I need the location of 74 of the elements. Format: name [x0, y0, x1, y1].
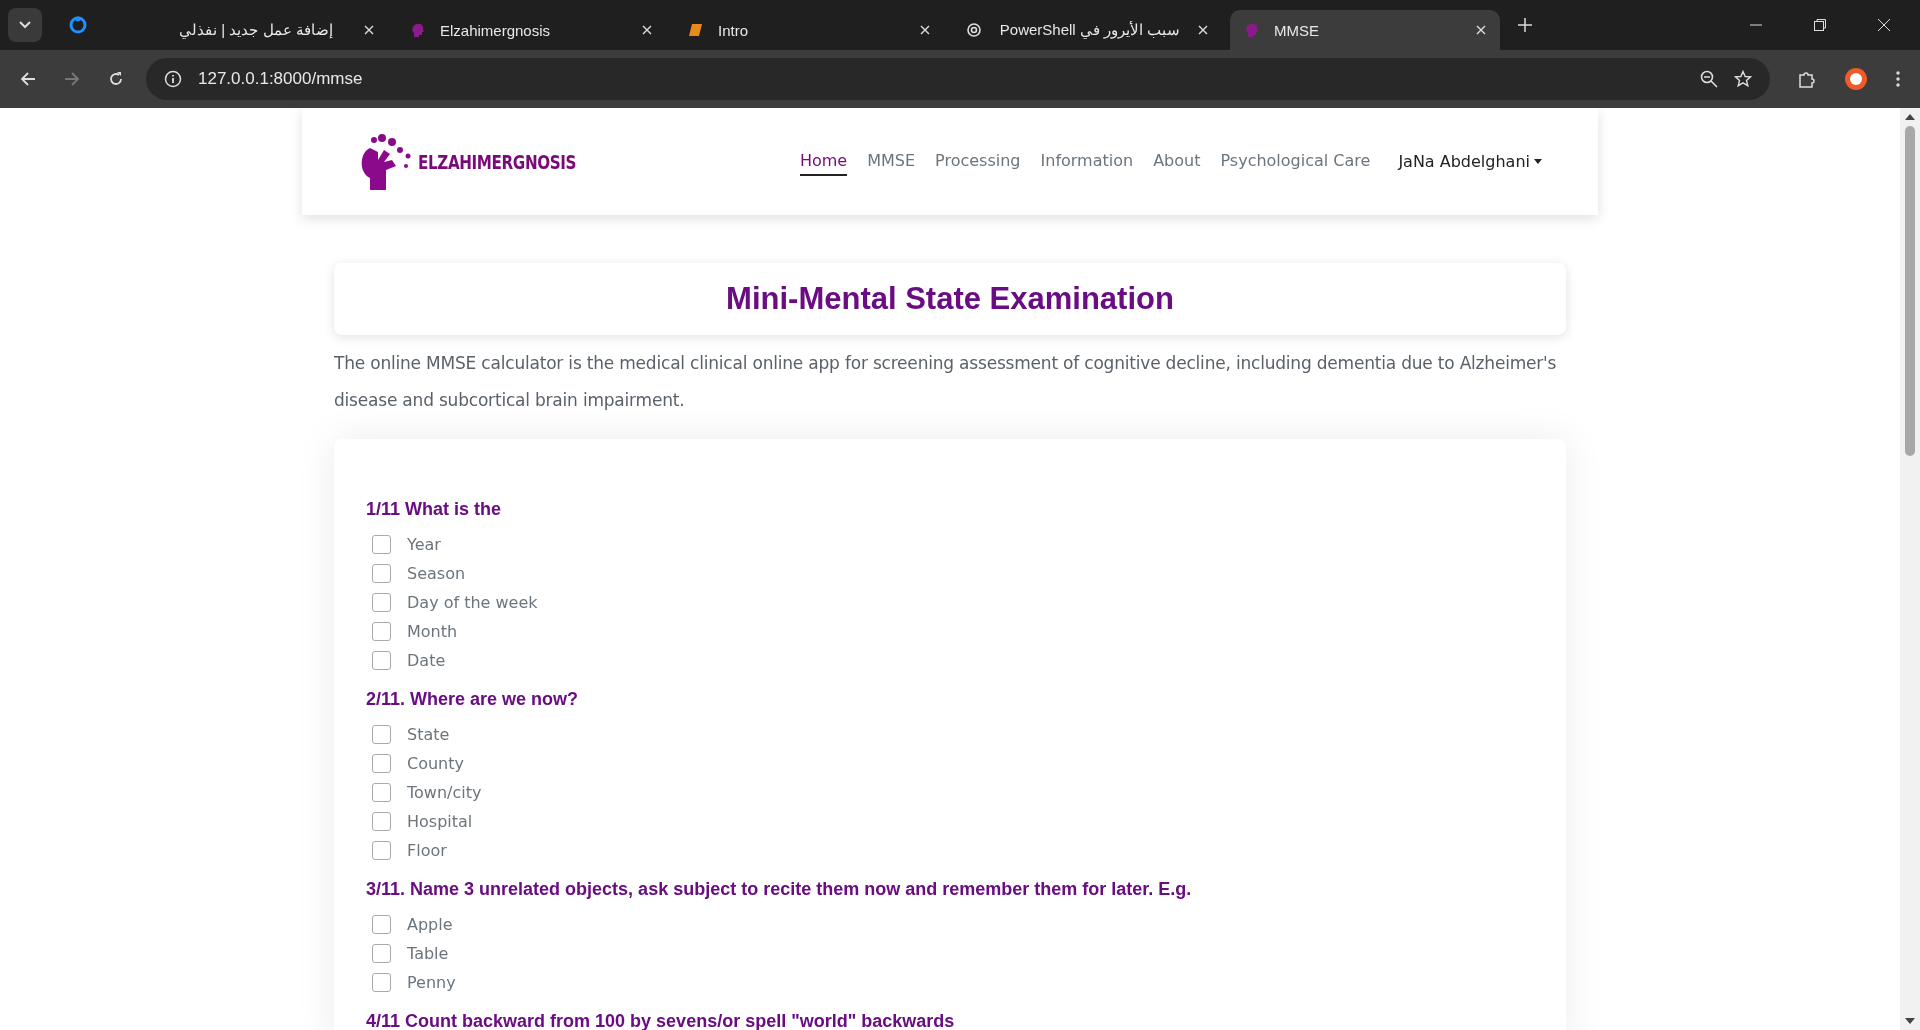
nav-link[interactable]: Processing [935, 147, 1021, 176]
browser-tab[interactable]: Elzahimergnosis [396, 10, 666, 50]
info-icon[interactable] [164, 70, 182, 88]
option-label[interactable]: Town/city [407, 783, 482, 802]
page-title: Mini-Mental State Examination [726, 281, 1174, 317]
option-label[interactable]: Hospital [407, 812, 473, 831]
nav-link[interactable]: Home [799, 147, 848, 176]
head-icon [1244, 22, 1260, 38]
address-bar[interactable]: 127.0.0.1:8000/mmse [146, 58, 1770, 100]
question-title: 3/11. Name 3 unrelated objects, ask subject to recite them now and remember them for later. E.g. [366, 879, 1193, 900]
pinned-tab-icon[interactable] [68, 15, 88, 35]
checkbox[interactable] [372, 841, 391, 860]
option-label[interactable]: Date [407, 651, 446, 670]
brand-name[interactable]: ELZAHIMERGNOSIS [418, 150, 577, 173]
forward-arrow-icon[interactable] [64, 71, 80, 87]
checkbox[interactable] [372, 754, 391, 773]
option-label[interactable]: Apple [407, 915, 453, 934]
browser-tab[interactable]: إضافة عمل جديد | نفذلي [118, 10, 388, 50]
book-icon [688, 22, 704, 38]
option-label[interactable]: State [407, 725, 450, 744]
close-icon[interactable] [1198, 25, 1208, 35]
close-icon[interactable] [642, 25, 652, 35]
description-text: The online MMSE calculator is the medical clinical online app for screening assessment of cognitive decline, including dementia due to Alzheimer's disease and subcortical brain impairment. [334, 352, 1558, 412]
option-label[interactable]: Month [407, 622, 458, 641]
nav-link[interactable]: Information [1040, 147, 1134, 176]
nav-link[interactable]: About [1153, 147, 1201, 176]
restore-icon[interactable] [1814, 19, 1826, 31]
checkbox[interactable] [372, 622, 391, 641]
new-tab-icon[interactable] [1518, 18, 1532, 32]
head-icon [410, 22, 426, 38]
checkbox[interactable] [372, 725, 391, 744]
menu-icon[interactable] [1896, 71, 1900, 87]
nav-link[interactable]: MMSE [867, 147, 916, 176]
tab-search-button[interactable] [8, 8, 42, 42]
star-icon[interactable] [1734, 70, 1752, 88]
option-label[interactable]: County [407, 754, 464, 773]
close-icon[interactable] [920, 25, 930, 35]
option-label[interactable]: Year [407, 535, 441, 554]
checkbox[interactable] [372, 535, 391, 554]
browser-tab[interactable]: سبب الأيرور في PowerShell [952, 10, 1222, 50]
browser-tab[interactable]: Intro [674, 10, 944, 50]
scroll-down-icon[interactable] [1905, 1018, 1915, 1024]
question-title: 1/11 What is the [366, 499, 503, 520]
checkbox[interactable] [372, 651, 391, 670]
checkbox[interactable] [372, 915, 391, 934]
puzzle-icon[interactable] [1798, 70, 1816, 88]
user-menu-button[interactable]: JaNa Abdelghani [1392, 151, 1548, 172]
back-arrow-icon[interactable] [20, 71, 36, 87]
checkbox[interactable] [372, 944, 391, 963]
checkbox[interactable] [372, 564, 391, 583]
option-label[interactable]: Table [407, 944, 449, 963]
option-label[interactable]: Day of the week [407, 593, 538, 612]
scrollbar-thumb[interactable] [1905, 126, 1915, 456]
checkbox[interactable] [372, 783, 391, 802]
nav-link[interactable]: Psychological Care [1220, 147, 1371, 176]
close-icon[interactable] [1878, 19, 1890, 31]
question-title: 2/11. Where are we now? [366, 689, 580, 710]
checkbox[interactable] [372, 593, 391, 612]
reload-icon[interactable] [108, 71, 124, 87]
close-icon[interactable] [364, 25, 374, 35]
browser-tab[interactable]: MMSE [1230, 10, 1500, 50]
profile-avatar-icon[interactable] [1844, 67, 1868, 91]
question-title: 4/11 Count backward from 100 by sevens/or spell "world" backwards [366, 1011, 956, 1030]
option-label[interactable]: Season [407, 564, 466, 583]
scroll-up-icon[interactable] [1905, 114, 1915, 120]
checkbox[interactable] [372, 812, 391, 831]
chevron-down-icon [19, 21, 31, 29]
close-icon[interactable] [1476, 25, 1486, 35]
option-label[interactable]: Floor [407, 841, 447, 860]
scrollbar[interactable] [1900, 108, 1920, 1030]
checkbox[interactable] [372, 973, 391, 992]
option-label[interactable]: Penny [407, 973, 456, 992]
zoom-out-icon[interactable] [1700, 70, 1718, 88]
caret-icon [1534, 159, 1542, 164]
